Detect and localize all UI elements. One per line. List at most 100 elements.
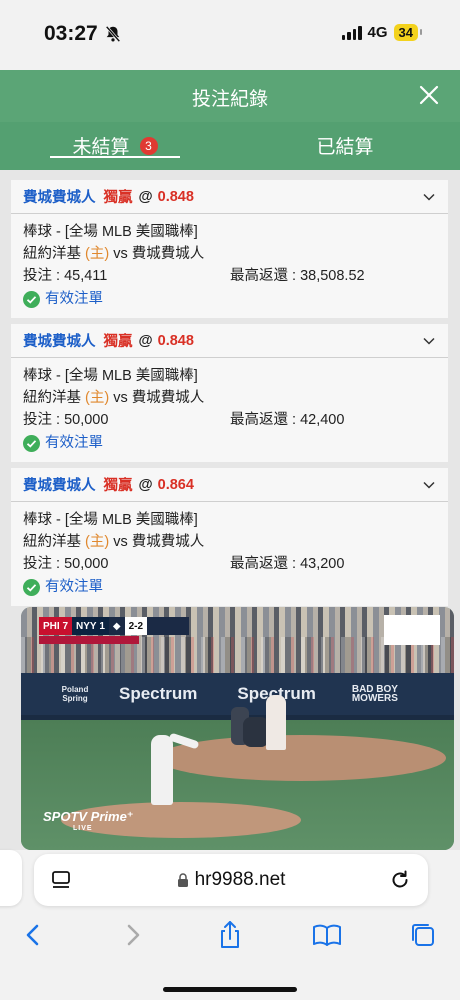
bet-at: @: [138, 476, 153, 493]
bet-team: 費城費城人: [23, 478, 96, 494]
ad-bad-boy: BAD BOY MOWERS: [351, 685, 398, 704]
broadcaster-name: SPOTV Prime⁺: [43, 809, 134, 824]
status-time: 03:27: [44, 22, 98, 45]
bet-match: 紐約洋基 (主) vs 費城費城人: [23, 387, 436, 409]
page-title: 投注紀錄: [191, 89, 268, 110]
broadcast-corner-logo: [384, 615, 440, 645]
bet-card: 費城費城人 獨贏 @ 0.864 棒球 - [全場 MLB 美國職棒] 紐約洋基…: [11, 468, 448, 606]
bet-card-header[interactable]: 費城費城人 獨贏 @ 0.848: [11, 324, 448, 358]
tab-settled[interactable]: 已結算: [230, 122, 460, 170]
bet-card: 費城費城人 獨贏 @ 0.848 棒球 - [全場 MLB 美國職棒] 紐約洋基…: [11, 324, 448, 462]
bet-card-body: 棒球 - [全場 MLB 美國職棒] 紐約洋基 (主) vs 費城費城人 投注 …: [11, 502, 448, 606]
away-team: 費城費城人: [131, 534, 205, 550]
tab-bar: 未結算 3 已結算: [0, 122, 460, 170]
bet-stake: 投注 : 45,411: [23, 268, 108, 284]
ad-spectrum-left: Spectrum: [119, 684, 198, 703]
check-circle-icon: [23, 434, 40, 452]
home-team: 紐約洋基: [23, 534, 81, 550]
bet-type: 獨贏: [103, 190, 133, 206]
network-type: 4G: [367, 24, 388, 41]
scorebug-subbar: [39, 636, 139, 644]
bell-slash-icon: [105, 25, 121, 43]
bet-sport: 棒球 - [全場 MLB 美國職棒]: [23, 368, 198, 384]
bet-card-body: 棒球 - [全場 MLB 美國職棒] 紐約洋基 (主) vs 費城費城人 投注 …: [11, 214, 448, 318]
bet-max-return: 最高返還 : 38,508.52: [230, 268, 365, 284]
bet-stake: 投注 : 50,000: [23, 412, 109, 428]
home-marker: (主): [85, 534, 110, 550]
chevron-down-icon[interactable]: [422, 190, 436, 204]
back-icon[interactable]: [16, 918, 50, 952]
bookmarks-icon[interactable]: [310, 918, 344, 952]
chevron-down-icon[interactable]: [422, 478, 436, 492]
bet-stake: 投注 : 50,000: [23, 556, 109, 572]
share-icon[interactable]: [213, 918, 247, 952]
home-team: 紐約洋基: [23, 246, 81, 262]
home-team: 紐約洋基: [23, 390, 81, 406]
bet-at: @: [138, 332, 153, 349]
bet-amounts: 投注 : 50,000 最高返還 : 42,400: [23, 409, 436, 431]
bet-card-header[interactable]: 費城費城人 獨贏 @ 0.848: [11, 180, 448, 214]
broadcaster-logo: SPOTV Prime⁺ LIVE: [43, 809, 134, 832]
ad-bad-boy-bottom: MOWERS: [351, 693, 398, 704]
tabs-icon[interactable]: [406, 918, 440, 952]
scorebug: PHI 7 NYY 1 ◆ 2-2: [39, 617, 189, 635]
batter: [266, 695, 286, 750]
tab-unsettled-label: 未結算: [72, 137, 130, 158]
home-abbr: NYY: [76, 620, 97, 632]
browser-chrome: hr9988.net: [0, 850, 460, 1000]
bet-card: 費城費城人 獨贏 @ 0.848 棒球 - [全場 MLB 美國職棒] 紐約洋基…: [11, 180, 448, 318]
broadcaster-live: LIVE: [73, 825, 93, 832]
away-team: 費城費城人: [131, 246, 205, 262]
ad-poland-spring: Poland Spring: [61, 685, 89, 703]
chevron-down-icon[interactable]: [422, 334, 436, 348]
bet-at: @: [138, 188, 153, 205]
bet-status: 有效注單: [23, 432, 436, 454]
scorebug-home: NYY 1: [72, 617, 109, 635]
scorebug-away: PHI 7: [39, 617, 73, 635]
vs-label: vs: [113, 390, 128, 406]
home-marker: (主): [85, 246, 110, 262]
away-abbr: PHI: [43, 620, 60, 632]
bet-max-return: 最高返還 : 42,400: [230, 412, 345, 428]
lock-icon: [177, 873, 188, 887]
signal-bars-icon: [341, 25, 362, 40]
bases-icon: ◆: [112, 620, 121, 632]
unsettled-count-badge: 3: [139, 136, 158, 155]
tab-unsettled[interactable]: 未結算 3: [0, 122, 230, 170]
bet-odds: 0.848: [157, 188, 194, 205]
close-icon[interactable]: [414, 80, 444, 110]
modal-header: 投注紀錄: [0, 70, 460, 122]
home-plate-dirt: [156, 735, 446, 781]
bet-card-body: 棒球 - [全場 MLB 美國職棒] 紐約洋基 (主) vs 費城費城人 投注 …: [11, 358, 448, 462]
bet-status-label: 有效注單: [45, 579, 103, 595]
url-text: hr9988.net: [194, 869, 286, 890]
bet-card-header[interactable]: 費城費城人 獨贏 @ 0.864: [11, 468, 448, 502]
bet-match: 紐約洋基 (主) vs 費城費城人: [23, 243, 436, 265]
status-time-group: 03:27: [44, 22, 122, 46]
home-score: 1: [99, 620, 105, 632]
forward-icon[interactable]: [116, 918, 150, 952]
pitcher: [151, 735, 173, 805]
bet-odds: 0.864: [157, 476, 194, 493]
bet-amounts: 投注 : 45,411 最高返還 : 38,508.52: [23, 265, 436, 287]
bet-team: 費城費城人: [23, 334, 96, 350]
pip-video-player[interactable]: PHI 7 NYY 1 ◆ 2-2 Poland Spring Spectrum…: [21, 607, 454, 850]
bet-max-return: 最高返還 : 43,200: [230, 556, 345, 572]
bet-sport: 棒球 - [全場 MLB 美國職棒]: [23, 512, 198, 528]
status-bar: 03:27 4G 34: [0, 0, 460, 70]
bet-status: 有效注單: [23, 288, 436, 310]
url-display[interactable]: hr9988.net: [34, 869, 428, 891]
reload-icon[interactable]: [388, 868, 412, 892]
previous-tab-peek[interactable]: [0, 850, 22, 906]
bet-team: 費城費城人: [23, 190, 96, 206]
tab-settled-label: 已結算: [316, 137, 374, 158]
bet-type: 獨贏: [103, 334, 133, 350]
bet-type: 獨贏: [103, 478, 133, 494]
bet-sport: 棒球 - [全場 MLB 美國職棒]: [23, 224, 198, 240]
check-circle-icon: [23, 578, 40, 596]
bet-odds: 0.848: [157, 332, 194, 349]
status-right: 4G 34: [341, 24, 423, 41]
bet-status-label: 有效注單: [45, 435, 103, 451]
address-bar[interactable]: hr9988.net: [34, 854, 428, 906]
home-indicator[interactable]: [163, 987, 297, 992]
